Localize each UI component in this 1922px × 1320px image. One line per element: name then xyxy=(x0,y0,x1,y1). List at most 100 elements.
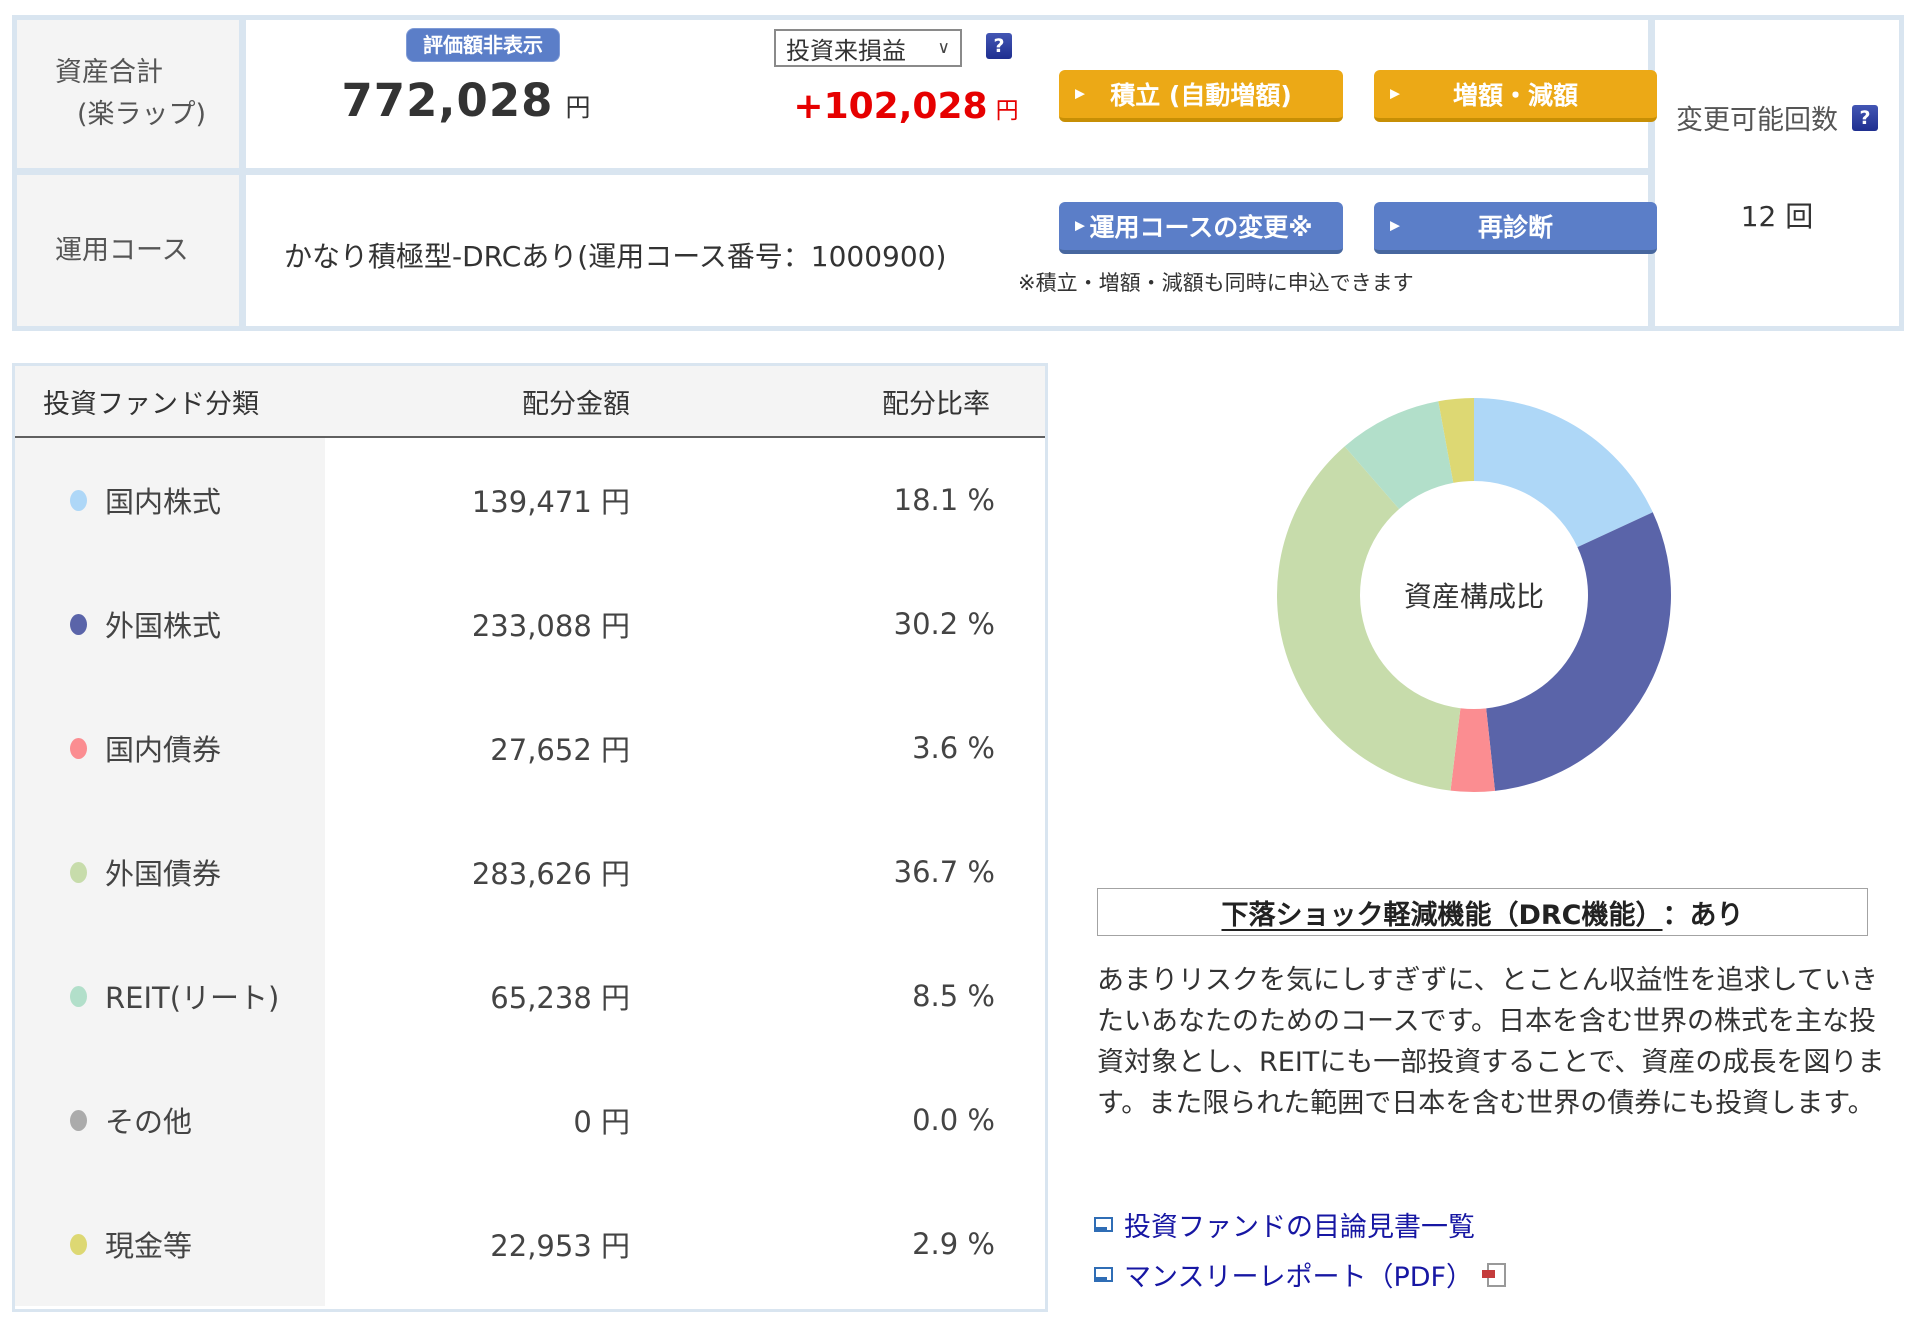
table-row: 外国債券 283,626 円36.7 % xyxy=(15,810,1045,934)
allocation-amount-cell: 139,471 円 xyxy=(325,438,655,562)
course-description: あまりリスクを気にしすぎずに、とことん収益性を追求していきたいあなたのためのコー… xyxy=(1097,960,1892,1124)
category-color-dot xyxy=(70,986,87,1007)
asset-total-unit: 円 xyxy=(565,93,590,122)
link[interactable]: 投資ファンドの目論見書一覧 xyxy=(1094,1205,1506,1244)
category-color-dot xyxy=(70,862,87,883)
header-allocation-amount: 配分金額 xyxy=(325,382,655,421)
course-label-text: 運用コース xyxy=(55,230,239,272)
allocation-ratio-cell: 0.0 % xyxy=(655,1058,1045,1182)
arrow-right-icon: ▶ xyxy=(1075,219,1085,234)
allocation-ratio-cell: 2.9 % xyxy=(655,1182,1045,1306)
table-row: REIT(リート) 65,238 円8.5 % xyxy=(15,934,1045,1058)
drc-heading-suffix: ：あり xyxy=(1663,893,1744,932)
asset-total-content: 評価額非表示 772,028 円 投資来損益 ∨ ? +102,028 円 ▶ 積立… xyxy=(246,20,1648,168)
zougaku-genngaku-button[interactable]: ▶ 増額・減額 xyxy=(1374,70,1657,122)
fund-category-label: 国内債券 xyxy=(105,727,221,769)
window-icon xyxy=(1094,1217,1113,1232)
fund-category-cell: その他 xyxy=(15,1058,325,1182)
rediagnosis-button[interactable]: ▶ 再診断 xyxy=(1374,202,1657,254)
allocation-amount-cell: 27,652 円 xyxy=(325,686,655,810)
fund-category-cell: 国内債券 xyxy=(15,686,325,810)
table-row: 国内株式 139,471 円18.1 % xyxy=(15,438,1045,562)
chevron-down-icon: ∨ xyxy=(938,38,950,58)
pl-value: +102,028 xyxy=(793,86,987,127)
links-area: 投資ファンドの目論見書一覧マンスリーレポート（PDF） xyxy=(1094,1205,1506,1294)
course-row-label: 運用コース xyxy=(17,175,239,326)
category-color-dot xyxy=(70,1110,87,1131)
pl-unit: 円 xyxy=(996,98,1019,124)
allocation-amount-cell: 283,626 円 xyxy=(325,810,655,934)
fund-category-cell: 現金等 xyxy=(15,1182,325,1306)
asset-total-amount: 772,028 円 xyxy=(276,74,656,127)
table-row: 現金等 22,953 円2.9 % xyxy=(15,1182,1045,1306)
drc-feature-box: 下落ショック軽減機能（DRC機能）：あり xyxy=(1097,888,1868,936)
donut-segment-外国債券 xyxy=(1277,446,1460,790)
asset-total-label-line1: 資産合計 xyxy=(55,52,239,94)
course-note-text: ※積立・増額・減額も同時に申込できます xyxy=(1018,267,1414,297)
allocation-amount-cell: 233,088 円 xyxy=(325,562,655,686)
category-color-dot xyxy=(70,738,87,759)
header-fund-category: 投資ファンド分類 xyxy=(15,382,325,421)
pl-period-select[interactable]: 投資来損益 ∨ xyxy=(774,29,962,67)
pdf-icon xyxy=(1487,1263,1506,1287)
fund-category-label: その他 xyxy=(105,1099,192,1141)
fund-category-cell: 外国債券 xyxy=(15,810,325,934)
fund-category-label: 外国債券 xyxy=(105,851,221,893)
rediagnosis-button-label: 再診断 xyxy=(1478,208,1553,244)
allocation-amount-cell: 65,238 円 xyxy=(325,934,655,1058)
asset-composition-chart: 資産構成比 xyxy=(1264,385,1684,805)
category-color-dot xyxy=(70,490,87,511)
course-content: かなり積極型-DRCあり(運用コース番号：1000900) ▶ 運用コースの変更… xyxy=(246,175,1648,326)
change-course-button-label: 運用コースの変更※ xyxy=(1089,208,1312,244)
link-label[interactable]: 投資ファンドの目論見書一覧 xyxy=(1124,1205,1475,1244)
table-row: その他 0 円0.0 % xyxy=(15,1058,1045,1182)
allocation-ratio-cell: 3.6 % xyxy=(655,686,1045,810)
fund-category-cell: 国内株式 xyxy=(15,438,325,562)
allocation-ratio-cell: 36.7 % xyxy=(655,810,1045,934)
asset-total-value: 772,028 xyxy=(342,74,554,127)
fund-category-label: 国内株式 xyxy=(105,479,221,521)
allocation-amount-cell: 0 円 xyxy=(325,1058,655,1182)
fund-category-cell: 外国株式 xyxy=(15,562,325,686)
change-count-value: 12 回 xyxy=(1741,195,1814,235)
change-count-help-icon[interactable]: ? xyxy=(1852,105,1878,131)
asset-total-label-line2: (楽ラップ) xyxy=(55,94,239,136)
account-summary-panel: 資産合計 (楽ラップ) 評価額非表示 772,028 円 投資来損益 ∨ ? +1… xyxy=(12,15,1904,331)
table-row: 国内債券 27,652 円3.6 % xyxy=(15,686,1045,810)
donut-segment-外国株式 xyxy=(1486,512,1671,791)
fund-category-label: 現金等 xyxy=(105,1223,192,1265)
link-label[interactable]: マンスリーレポート（PDF） xyxy=(1124,1255,1473,1294)
table-row: 外国株式 233,088 円30.2 % xyxy=(15,562,1045,686)
fund-category-label: REIT(リート) xyxy=(105,975,279,1017)
change-course-button[interactable]: ▶ 運用コースの変更※ xyxy=(1059,202,1343,254)
link[interactable]: マンスリーレポート（PDF） xyxy=(1094,1255,1506,1294)
allocation-ratio-cell: 30.2 % xyxy=(655,562,1045,686)
pl-period-select-value: 投資来損益 xyxy=(786,31,906,66)
drc-heading: 下落ショック軽減機能（DRC機能） xyxy=(1221,893,1662,932)
allocation-table-body: 国内株式139,471 円18.1 %外国株式233,088 円30.2 %国内… xyxy=(15,438,1045,1306)
hide-valuation-button[interactable]: 評価額非表示 xyxy=(406,28,560,62)
allocation-ratio-cell: 8.5 % xyxy=(655,934,1045,1058)
window-icon xyxy=(1094,1267,1113,1282)
arrow-right-icon: ▶ xyxy=(1075,87,1085,102)
course-name-text: かなり積極型-DRCあり(運用コース番号：1000900) xyxy=(284,235,946,275)
asset-total-row-label: 資産合計 (楽ラップ) xyxy=(17,20,239,168)
pl-amount: +102,028 円 xyxy=(766,86,1046,127)
allocation-amount-cell: 22,953 円 xyxy=(325,1182,655,1306)
category-color-dot xyxy=(70,1234,87,1255)
allocation-table-header: 投資ファンド分類 配分金額 配分比率 xyxy=(15,366,1045,438)
allocation-ratio-cell: 18.1 % xyxy=(655,438,1045,562)
change-count-cell: 変更可能回数 ? 12 回 xyxy=(1655,20,1899,326)
category-color-dot xyxy=(70,614,87,635)
fund-category-cell: REIT(リート) xyxy=(15,934,325,1058)
arrow-right-icon: ▶ xyxy=(1390,219,1400,234)
pl-help-icon[interactable]: ? xyxy=(986,33,1012,59)
zougaku-button-label: 増額・減額 xyxy=(1453,76,1578,112)
tsumitate-button-label: 積立 (自動増額) xyxy=(1110,76,1292,112)
header-allocation-ratio: 配分比率 xyxy=(655,382,1045,421)
arrow-right-icon: ▶ xyxy=(1390,87,1400,102)
tsumitate-button[interactable]: ▶ 積立 (自動増額) xyxy=(1059,70,1343,122)
asset-donut-svg xyxy=(1264,385,1684,805)
allocation-table: 投資ファンド分類 配分金額 配分比率 国内株式139,471 円18.1 %外国… xyxy=(12,363,1048,1312)
fund-category-label: 外国株式 xyxy=(105,603,221,645)
